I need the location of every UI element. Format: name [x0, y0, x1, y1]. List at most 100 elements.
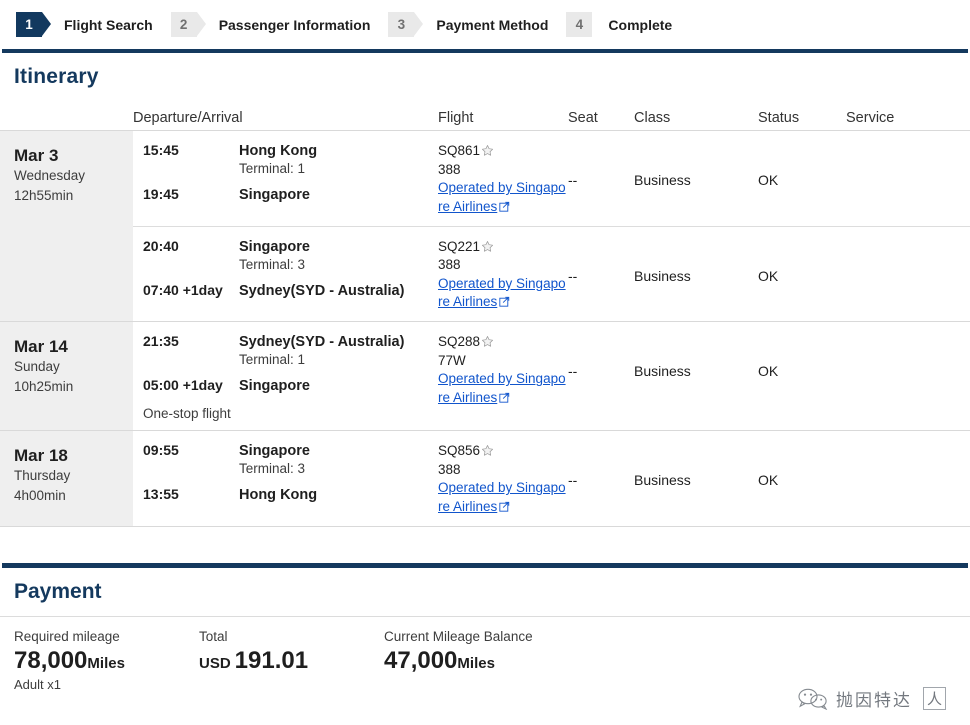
col-header-flight: Flight: [438, 110, 568, 126]
segment-flight: SQ221388Operated by Singapore Airlines: [438, 238, 568, 313]
step-1-number: 1: [16, 12, 42, 37]
arrival-time: 19:45: [143, 186, 239, 202]
journey-segments: 21:35Sydney(SYD - Australia) Terminal: 10…: [133, 322, 970, 430]
departure-airport: Singapore: [239, 239, 310, 255]
departure-airport: Hong Kong: [239, 143, 317, 159]
arrival-airport: Singapore: [239, 187, 310, 203]
flight-number: SQ288: [438, 333, 480, 352]
required-mileage-number: 78,000: [14, 647, 87, 674]
external-link-icon[interactable]: [499, 201, 510, 212]
segment-service: [846, 238, 966, 268]
segment-service: [846, 442, 966, 472]
stop-note: One-stop flight: [143, 406, 438, 421]
mileage-balance-block: Current Mileage Balance 47,000Miles: [384, 629, 684, 692]
aircraft-type: 388: [438, 461, 568, 480]
watermark-boxed-char: 人: [923, 687, 946, 710]
departure-terminal: Terminal: 1: [239, 352, 438, 367]
departure-row: 15:45Hong Kong: [143, 142, 438, 159]
watermark-text: 抛因特达: [836, 686, 912, 711]
departure-time: 15:45: [143, 142, 239, 158]
departure-row: 21:35Sydney(SYD - Australia): [143, 333, 438, 350]
step-payment-method[interactable]: 3 Payment Method: [388, 12, 548, 37]
journey-segments: 09:55SingaporeTerminal: 313:55Hong KongS…: [133, 431, 970, 526]
flight-number-row: SQ856: [438, 442, 568, 461]
aircraft-type: 388: [438, 161, 568, 180]
external-link-icon[interactable]: [499, 296, 510, 307]
itinerary-segment: 21:35Sydney(SYD - Australia) Terminal: 10…: [133, 322, 970, 430]
arrival-airport: Hong Kong: [239, 487, 317, 503]
step-2-label: Passenger Information: [219, 17, 371, 33]
segment-status: OK: [758, 442, 846, 488]
segment-class: Business: [634, 442, 758, 488]
journey-date: Mar 3: [14, 145, 133, 166]
star-icon[interactable]: [481, 335, 494, 348]
external-link-icon[interactable]: [499, 392, 510, 403]
itinerary-journey: Mar 18Thursday4h00min09:55SingaporeTermi…: [0, 431, 970, 527]
segment-departure-arrival: 20:40Singapore Terminal: 3 07:40 +1daySydn…: [133, 238, 438, 301]
arrival-airport: Sydney(SYD - Australia): [239, 283, 404, 299]
journey-duration: 4h00min: [14, 486, 133, 506]
departure-terminal: Terminal: 1: [239, 161, 438, 176]
payment-summary: Required mileage 78,000Miles Adult x1 To…: [0, 617, 970, 692]
departure-terminal: Terminal: 3: [239, 257, 438, 272]
arrival-time: 13:55: [143, 486, 239, 502]
segment-class: Business: [634, 333, 758, 379]
external-link-icon[interactable]: [499, 501, 510, 512]
itinerary-segment: 09:55SingaporeTerminal: 313:55Hong KongS…: [133, 431, 970, 526]
col-header-service: Service: [846, 110, 966, 126]
journey-weekday: Sunday: [14, 357, 133, 377]
departure-airport: Sydney(SYD - Australia): [239, 334, 404, 350]
departure-row: 20:40Singapore: [143, 238, 438, 255]
aircraft-type: 388: [438, 256, 568, 275]
col-header-seat: Seat: [568, 110, 634, 126]
step-4-label: Complete: [608, 17, 672, 33]
segment-seat: --: [568, 238, 634, 284]
segment-service: [846, 333, 966, 363]
step-2-number: 2: [171, 12, 197, 37]
segment-seat: --: [568, 142, 634, 188]
segment-departure-arrival: 21:35Sydney(SYD - Australia) Terminal: 10…: [133, 333, 438, 421]
step-passenger-information[interactable]: 2 Passenger Information: [171, 12, 371, 37]
passenger-count: Adult x1: [14, 677, 199, 692]
journey-weekday: Wednesday: [14, 166, 133, 186]
arrival-row: 19:45Singapore: [143, 186, 438, 203]
segment-status: OK: [758, 142, 846, 188]
journey-segments: 15:45Hong KongTerminal: 119:45SingaporeS…: [133, 131, 970, 321]
star-icon[interactable]: [481, 144, 494, 157]
total-block: Total USD191.01: [199, 629, 384, 692]
journey-weekday: Thursday: [14, 466, 133, 486]
arrival-row: 07:40 +1daySydney(SYD - Australia): [143, 282, 438, 299]
star-icon[interactable]: [481, 444, 494, 457]
star-icon[interactable]: [481, 240, 494, 253]
aircraft-type: 77W: [438, 352, 568, 371]
flight-number-row: SQ221: [438, 238, 568, 257]
required-mileage-value: 78,000Miles: [14, 648, 199, 674]
operated-by-row: Operated by Singapore Airlines: [438, 179, 568, 216]
step-flight-search[interactable]: 1 Flight Search: [16, 12, 153, 37]
departure-airport: Singapore: [239, 443, 310, 459]
segment-status: OK: [758, 333, 846, 379]
total-amount: 191.01: [235, 647, 308, 674]
step-complete[interactable]: 4 Complete: [566, 12, 672, 37]
col-header-class: Class: [634, 110, 758, 126]
required-mileage-block: Required mileage 78,000Miles Adult x1: [14, 629, 199, 692]
total-currency: USD: [199, 655, 231, 672]
journey-date: Mar 18: [14, 445, 133, 466]
wechat-watermark: 抛因特达 人: [798, 686, 946, 711]
arrival-row: 13:55Hong Kong: [143, 486, 438, 503]
itinerary-body: Mar 3Wednesday12h55min15:45Hong KongTerm…: [0, 131, 970, 527]
journey-date-cell: Mar 14Sunday10h25min: [0, 322, 133, 430]
segment-class: Business: [634, 142, 758, 188]
arrival-time: 05:00 +1day: [143, 377, 239, 393]
journey-date-cell: Mar 18Thursday4h00min: [0, 431, 133, 526]
itinerary-header-row: Departure/Arrival Flight Seat Class Stat…: [0, 105, 970, 131]
departure-time: 21:35: [143, 333, 239, 349]
segment-flight: SQ856388Operated by Singapore Airlines: [438, 442, 568, 517]
mileage-balance-unit: Miles: [457, 655, 495, 672]
step-3-number: 3: [388, 12, 414, 37]
arrival-airport: Singapore: [239, 378, 310, 394]
journey-duration: 12h55min: [14, 186, 133, 206]
departure-time: 09:55: [143, 442, 239, 458]
itinerary-journey: Mar 3Wednesday12h55min 15:45Hong Kong Term…: [0, 131, 970, 322]
progress-steps: 1 Flight Search 2 Passenger Information …: [0, 0, 970, 49]
